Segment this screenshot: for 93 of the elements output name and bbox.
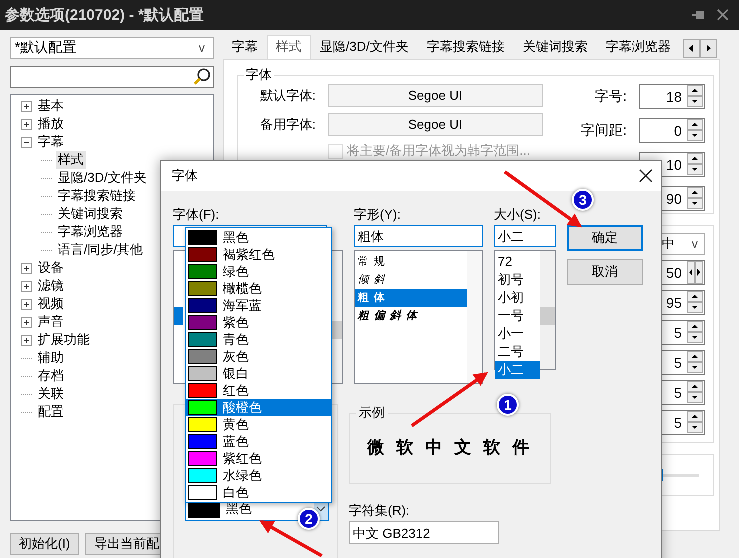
footer-button[interactable]: 初始化(I) [10, 533, 80, 555]
color-option[interactable]: 青色 [186, 331, 331, 348]
scrollbar[interactable] [540, 251, 555, 369]
tab[interactable]: 关键词搜索 [514, 35, 597, 59]
group-title: 字体 [245, 66, 273, 84]
field-label: 默认字体: [259, 86, 316, 104]
group-title: 示例 [358, 404, 386, 422]
expand-icon[interactable] [21, 100, 32, 112]
color-option[interactable]: 橄榄色 [186, 280, 331, 297]
field-label: 字形(Y): [354, 206, 402, 224]
field-label: 字号: [595, 88, 627, 106]
number-spinner[interactable]: 0 [639, 118, 705, 143]
tab[interactable]: 字幕搜索链接 [418, 35, 514, 59]
pin-icon[interactable] [691, 9, 705, 21]
checkbox-label: 将主要/备用字体视为韩字范围... [347, 142, 530, 160]
tree-item[interactable]: 滤镜 [36, 277, 66, 295]
list-item[interactable]: 粗偏斜体 [355, 307, 467, 325]
expand-icon[interactable] [21, 118, 32, 130]
tab[interactable]: 样式 [267, 35, 311, 59]
color-option[interactable]: 银白 [186, 365, 331, 382]
tree-item[interactable]: 存档 [36, 367, 66, 385]
expand-icon[interactable] [21, 316, 32, 328]
tree-item[interactable]: 字幕搜索链接 [56, 187, 138, 205]
scrollbar[interactable] [467, 251, 482, 383]
dialog-button[interactable]: 取消 [567, 259, 643, 285]
font-button[interactable]: Segoe UI [328, 84, 543, 107]
tree-item[interactable]: 视频 [36, 295, 66, 313]
tree-item[interactable]: 配置 [36, 403, 66, 421]
field-label: 字体(F): [173, 206, 220, 224]
dialog-title: 字体 [172, 167, 198, 185]
tree-item[interactable]: 辅助 [36, 349, 66, 367]
color-option[interactable]: 褐紫红色 [186, 246, 331, 263]
tree-item[interactable]: 关键词搜索 [56, 205, 125, 223]
font-button[interactable]: Segoe UI [328, 113, 543, 136]
color-option[interactable]: 灰色 [186, 348, 331, 365]
tree-item[interactable]: 字幕 [36, 133, 66, 151]
list-item[interactable]: 常规 [355, 253, 467, 271]
tab[interactable]: 字幕 [223, 35, 267, 59]
charset-dropdown[interactable]: 中文 GB2312 [349, 521, 499, 544]
tree-item[interactable]: 设备 [36, 259, 66, 277]
expand-icon[interactable] [21, 334, 32, 346]
close-icon[interactable] [639, 169, 653, 183]
list-item[interactable]: 小一 [495, 325, 540, 343]
tab[interactable]: 显隐/3D/文件夹 [311, 35, 418, 59]
field-label: 字符集(R): [349, 502, 411, 520]
scroll-left-icon[interactable] [682, 38, 700, 58]
field-label: 字间距: [581, 122, 627, 140]
color-option[interactable]: 紫红色 [186, 450, 331, 467]
tree-item[interactable]: 关联 [36, 385, 66, 403]
tree-item[interactable]: 样式 [56, 151, 86, 169]
list-item[interactable]: 粗体 [355, 289, 467, 307]
font-style-field[interactable]: 粗体 [354, 225, 483, 247]
sample-text: 微 软 中 文 软 件 [368, 437, 532, 459]
list-item[interactable]: 初号 [495, 271, 540, 289]
tree-item[interactable]: 字幕浏览器 [56, 223, 125, 241]
dialog-button[interactable]: 确定 [567, 225, 643, 251]
list-item[interactable]: 小二 [495, 361, 540, 379]
search-field[interactable] [10, 66, 214, 88]
tree-item[interactable]: 基本 [36, 97, 66, 115]
color-option[interactable]: 红色 [186, 382, 331, 399]
expand-icon[interactable] [21, 262, 32, 274]
profile-dropdown[interactable]: *默认配置 v [10, 37, 214, 59]
tree-item[interactable]: 播放 [36, 115, 66, 133]
list-item[interactable]: 一号 [495, 307, 540, 325]
color-option[interactable]: 黄色 [186, 416, 331, 433]
list-item[interactable]: 小初 [495, 289, 540, 307]
color-option[interactable]: 紫色 [186, 314, 331, 331]
number-spinner[interactable]: 18 [639, 84, 705, 109]
tree-item[interactable]: 扩展功能 [36, 331, 92, 349]
color-option[interactable]: 黑色 [186, 229, 331, 246]
tree-item[interactable]: 语言/同步/其他 [56, 241, 146, 259]
color-option[interactable]: 绿色 [186, 263, 331, 280]
list-item[interactable]: 倾斜 [355, 271, 467, 289]
color-option[interactable]: 蓝色 [186, 433, 331, 450]
expand-icon[interactable] [21, 280, 32, 292]
scroll-right-icon[interactable] [700, 38, 717, 58]
window-title: 参数选项(210702) - *默认配置 [5, 6, 204, 24]
align-dropdown[interactable]: 中 v [661, 233, 705, 255]
tree-item[interactable]: 显隐/3D/文件夹 [56, 169, 149, 187]
expand-icon[interactable] [21, 298, 32, 310]
tree-item[interactable]: 声音 [36, 313, 66, 331]
collapse-icon[interactable] [21, 136, 32, 148]
color-option[interactable]: 水绿色 [186, 467, 331, 484]
color-option[interactable]: 酸橙色 [186, 399, 331, 416]
search-icon[interactable] [193, 68, 211, 86]
color-option[interactable]: 海军蓝 [186, 297, 331, 314]
field-label: 备用字体: [259, 116, 316, 134]
field-label: 大小(S): [494, 206, 542, 224]
scrollbar-thumb[interactable] [540, 307, 555, 325]
tab[interactable]: 字幕浏览器 [596, 35, 680, 59]
list-item[interactable]: 72 [495, 253, 540, 271]
list-item[interactable]: 二号 [495, 343, 540, 361]
font-size-field[interactable]: 小二 [494, 225, 556, 247]
